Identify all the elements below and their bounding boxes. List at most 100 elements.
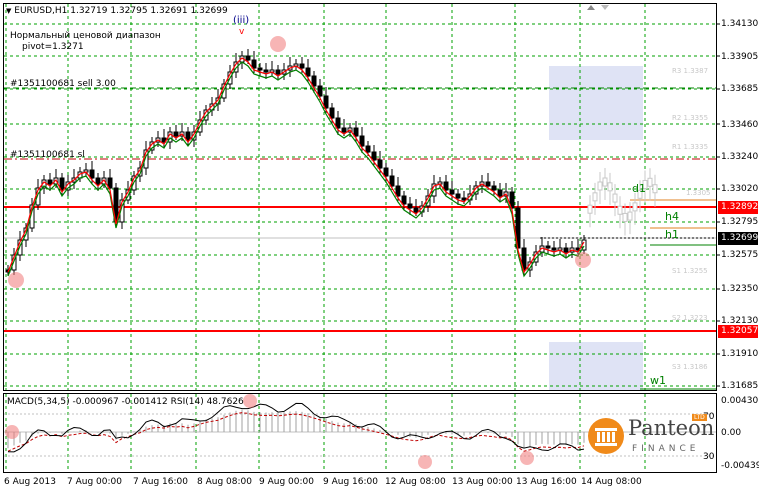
candle-body (395, 185, 401, 197)
time-tick: 9 Aug 16:00 (323, 477, 378, 487)
label-h1: h1 (665, 228, 679, 241)
projection-candle (622, 212, 628, 222)
candle-body (305, 67, 311, 77)
level-s1: S1 1.3255 (672, 267, 708, 275)
scroll-up-button[interactable] (584, 1, 598, 14)
candle-body (341, 127, 347, 133)
time-tick: 13 Aug 16:00 (516, 477, 577, 487)
candle-body (383, 167, 389, 177)
candle-body (449, 189, 455, 195)
price-tick: 1.33020 (721, 184, 759, 194)
price-tick: 1.32350 (721, 284, 759, 294)
candle-body (185, 131, 191, 141)
pivot-zone-lower (549, 342, 643, 390)
candle-body (245, 55, 251, 61)
candle-body (173, 131, 179, 137)
projection-candle (632, 202, 638, 212)
macd-axis-bottom: -0.004396 (721, 461, 759, 471)
candle-body (47, 179, 53, 185)
price-box-resistance: 1.32892 (718, 201, 758, 214)
highlight-marker (243, 394, 257, 408)
time-tick: 7 Aug 00:00 (67, 477, 122, 487)
candle-body (497, 189, 503, 197)
highlight-marker (520, 451, 534, 465)
level-r2: R2 1.3355 (672, 114, 709, 122)
projection-candle (602, 177, 608, 187)
candle-body (491, 185, 497, 191)
candle-body (371, 151, 377, 161)
time-tick: 7 Aug 16:00 (133, 477, 188, 487)
level-r1: R1 1.3335 (672, 143, 709, 151)
candle-body (317, 85, 323, 97)
indicator-title: Нормальный ценовой диапазон (10, 31, 161, 41)
projection-candle (627, 211, 633, 221)
ohlc-values: 1.32719 1.32795 1.32691 1.32699 (70, 6, 228, 16)
highlight-marker (8, 272, 24, 288)
stoploss-label[interactable]: #1351100681 sl (10, 150, 85, 160)
scroll-down-button[interactable] (598, 1, 612, 14)
candle-body (95, 177, 101, 185)
candle-body (551, 247, 557, 251)
logo-sub: FINANCE (632, 444, 700, 454)
logo-emblem-icon (588, 418, 624, 454)
pivot-zone-upper (549, 66, 643, 140)
price-tick: 1.33240 (721, 152, 759, 162)
candle-body (413, 207, 419, 213)
price-tick: 1.34130 (721, 19, 759, 29)
candle-body (545, 245, 551, 249)
candle-body (89, 169, 95, 179)
level-r3: R3 1.3387 (672, 67, 709, 75)
price-tick: 1.33685 (721, 84, 759, 94)
candle-body (455, 193, 461, 199)
candle-body (329, 107, 335, 119)
highlight-marker (418, 455, 432, 469)
time-tick: 13 Aug 00:00 (452, 477, 513, 487)
label-w1: w1 (650, 374, 666, 387)
candle-body (275, 69, 281, 75)
rsi-label: RSI(14) 48.7626 (170, 397, 244, 407)
chart-window[interactable]: ▼ EURUSD,H1 1.32719 1.32795 1.32691 1.32… (0, 0, 759, 493)
price-tick: 1.32575 (721, 250, 759, 260)
candle-body (407, 203, 413, 209)
time-tick: 12 Aug 08:00 (385, 477, 446, 487)
wave-label: (iii) (233, 15, 250, 26)
wave-marker: v (239, 27, 245, 37)
level-s3: S3 1.3186 (672, 363, 708, 371)
price-box-current: 1.32699 (718, 232, 758, 245)
ma-slow-line (7, 61, 585, 278)
logo-badge: LTD (692, 414, 707, 421)
sell-order-label[interactable]: #1351100681 sell 3.00 (10, 79, 116, 89)
candle-body (365, 145, 371, 153)
candle-body (389, 175, 395, 187)
projection-candle (607, 182, 613, 192)
price-box-support: 1.32057 (718, 325, 758, 338)
candle-body (485, 181, 491, 187)
projection-candle (652, 184, 658, 194)
label-h4: h4 (665, 210, 679, 223)
candle-body (257, 67, 263, 71)
symbol-header: ▼ EURUSD,H1 1.32719 1.32795 1.32691 1.32… (6, 6, 228, 16)
label-d1: d1 (632, 182, 646, 195)
candle-body (335, 117, 341, 129)
projection-candle (597, 181, 603, 191)
candle-body (443, 181, 449, 191)
macd-axis-top: 0.004301 (721, 396, 759, 406)
price-tick: 1.31910 (721, 349, 759, 359)
projection-candle (612, 193, 618, 203)
level-s2: S2 1.3223 (672, 314, 708, 322)
pivot-label: pivot=1.3271 (22, 42, 84, 52)
projection-candle (647, 177, 653, 187)
candle-body (401, 195, 407, 205)
candle-body (461, 197, 467, 201)
macd-label: MACD(5,34,5) -0.000967 -0.001412 (7, 397, 168, 407)
macd-axis-zero: 0.00 (721, 428, 742, 438)
panteon-logo: Panteon LTD FINANCE (586, 414, 716, 464)
candle-body (359, 135, 365, 147)
time-tick: 9 Aug 00:00 (259, 477, 314, 487)
collapse-arrow-icon[interactable]: ▼ (6, 7, 11, 15)
price-tick: 1.32795 (721, 217, 759, 227)
projection-candle (617, 205, 623, 215)
highlight-marker (575, 252, 591, 268)
candle-body (353, 127, 359, 137)
candle-body (311, 75, 317, 87)
